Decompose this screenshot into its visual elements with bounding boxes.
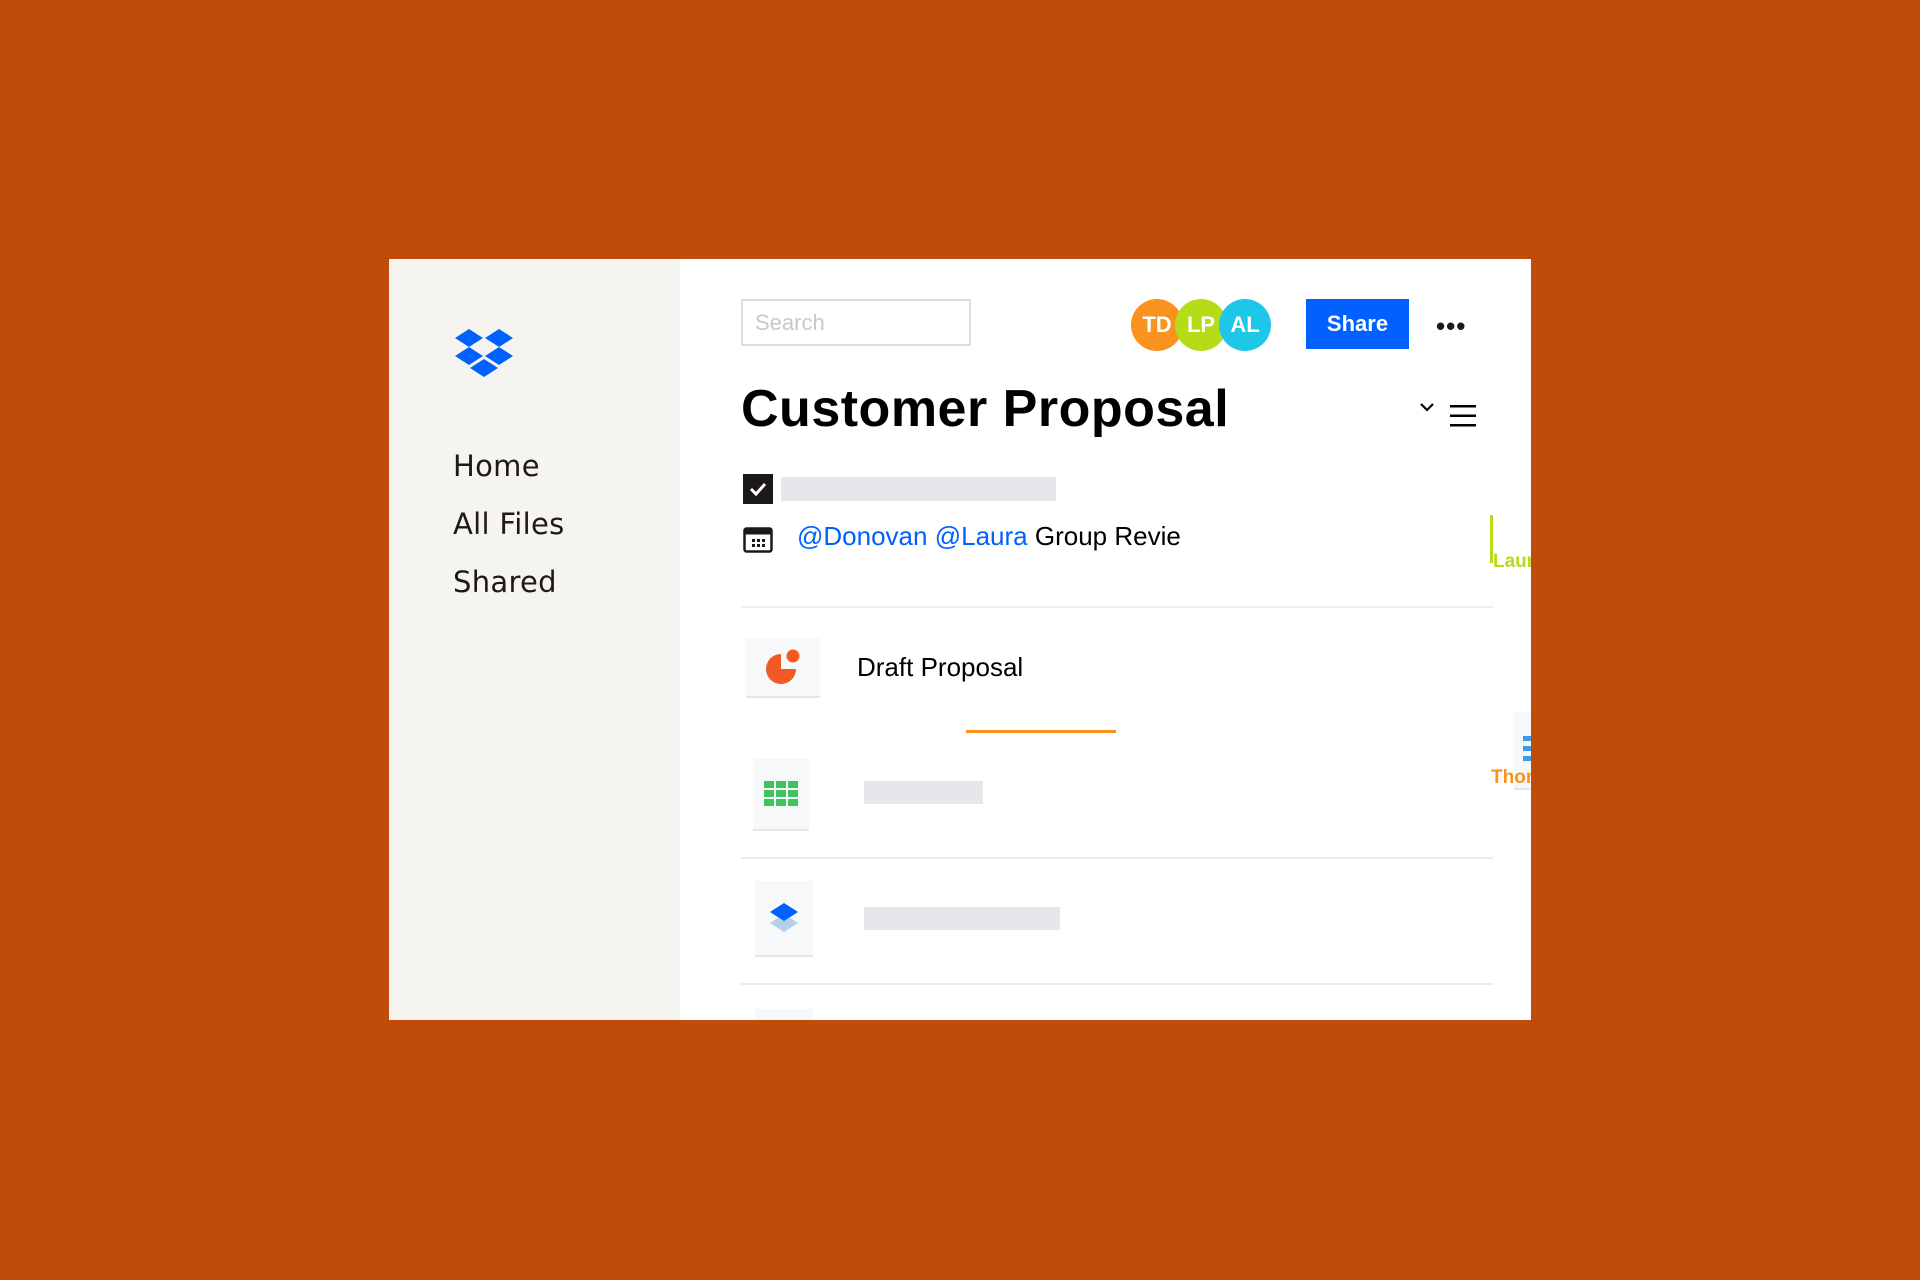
document-icon bbox=[1523, 736, 1531, 761]
main-panel: Search TD LP AL Share ••• Customer Propo… bbox=[680, 259, 1531, 1020]
laura-cursor-label: Laura bbox=[1493, 551, 1531, 572]
divider bbox=[741, 983, 1493, 985]
stack-icon bbox=[770, 903, 798, 932]
drop-indicator-line bbox=[966, 730, 1116, 733]
mention-laura[interactable]: @Laura bbox=[935, 521, 1028, 551]
dropbox-logo-icon[interactable] bbox=[455, 329, 513, 379]
sidebar: Home All Files Shared bbox=[389, 259, 680, 1020]
file-name-placeholder bbox=[864, 781, 983, 804]
page-title: Customer Proposal bbox=[741, 380, 1230, 438]
mention-line[interactable]: @Donovan @Laura Group Revie bbox=[797, 521, 1181, 552]
task-checkbox[interactable] bbox=[743, 474, 773, 504]
more-options-icon[interactable]: ••• bbox=[1436, 311, 1466, 342]
sidebar-item-shared[interactable]: Shared bbox=[453, 565, 557, 599]
file-row-4-icon[interactable] bbox=[755, 1009, 813, 1020]
file-name-placeholder bbox=[864, 907, 1060, 930]
typed-text: Group Revie bbox=[1034, 521, 1181, 551]
file-name[interactable]: Draft Proposal bbox=[857, 652, 1023, 683]
app-window: Home All Files Shared Search TD LP AL Sh… bbox=[389, 259, 1531, 1020]
file-row-2-icon[interactable] bbox=[753, 759, 809, 831]
file-row-3-icon[interactable] bbox=[755, 881, 813, 957]
presentation-icon bbox=[766, 649, 800, 684]
avatar-al[interactable]: AL bbox=[1219, 299, 1271, 351]
thomas-cursor-label: Thomas bbox=[1491, 767, 1531, 788]
checkmark-icon bbox=[749, 482, 767, 496]
divider bbox=[741, 606, 1493, 608]
mention-donovan[interactable]: @Donovan bbox=[797, 521, 927, 551]
file-row-1-icon[interactable] bbox=[746, 638, 820, 698]
sidebar-item-home[interactable]: Home bbox=[453, 449, 540, 483]
search-input[interactable]: Search bbox=[741, 299, 971, 346]
task-text-placeholder bbox=[781, 477, 1056, 501]
sidebar-item-all-files[interactable]: All Files bbox=[453, 507, 565, 541]
divider bbox=[741, 857, 1493, 859]
chevron-down-icon[interactable] bbox=[1419, 401, 1435, 413]
share-button[interactable]: Share bbox=[1306, 299, 1409, 349]
spreadsheet-icon bbox=[764, 781, 798, 806]
list-menu-icon[interactable] bbox=[1450, 405, 1476, 427]
calendar-icon bbox=[743, 527, 773, 553]
